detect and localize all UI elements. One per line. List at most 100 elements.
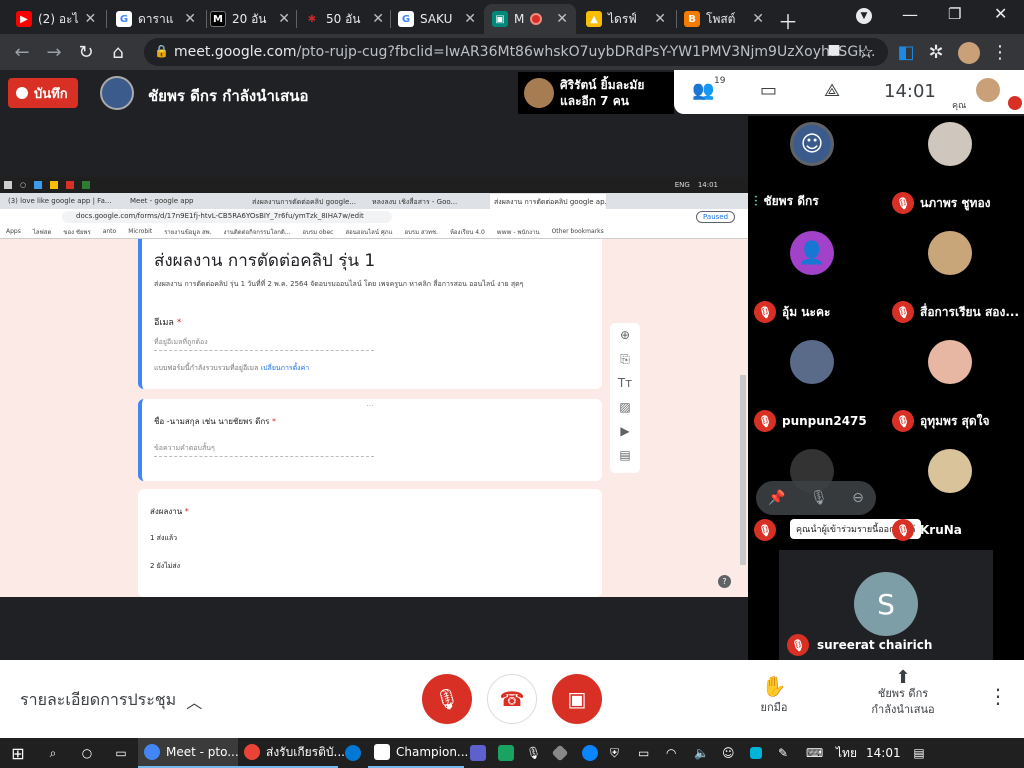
import-questions-icon[interactable]: ⎘: [610, 347, 640, 371]
bookmark-star-icon[interactable]: ☆: [856, 42, 876, 63]
task-view-icon[interactable]: ▭: [104, 738, 138, 768]
start-button[interactable]: ⊞: [0, 738, 36, 768]
tray-app-icon[interactable]: ☺: [716, 738, 744, 768]
close-icon[interactable]: ✕: [85, 11, 97, 27]
tab-search-icon[interactable]: ▼: [856, 8, 872, 24]
taskbar-app-champion[interactable]: Champion...: [368, 738, 468, 768]
pen-icon[interactable]: ✎: [772, 738, 800, 768]
back-icon[interactable]: ←: [12, 42, 32, 63]
presenting-status-button[interactable]: ⬆ ชัยพร ดีกร กำลังนำเสนอ: [860, 669, 946, 718]
raise-hand-button[interactable]: ✋ ยกมือ: [756, 674, 792, 716]
browser-tab[interactable]: ▶ (2) อะไ ✕: [8, 4, 104, 34]
sound-meter-icon[interactable]: [464, 738, 492, 768]
tray-app-icon[interactable]: [744, 738, 772, 768]
close-icon[interactable]: ✕: [556, 11, 568, 27]
taskbar-clock[interactable]: 14:01: [860, 738, 902, 768]
chat-icon[interactable]: ▭: [760, 80, 777, 101]
record-button[interactable]: บันทึก: [8, 78, 78, 108]
taskbar-app-chrome[interactable]: Meet - pto...: [138, 738, 239, 768]
close-icon[interactable]: ✕: [654, 11, 666, 27]
volume-icon[interactable]: 🔈: [688, 738, 716, 768]
profile-avatar[interactable]: [958, 42, 980, 64]
close-icon[interactable]: ✕: [752, 11, 764, 27]
browser-tab[interactable]: G ดาราแ ✕: [108, 4, 204, 34]
add-image-icon[interactable]: ▨: [610, 395, 640, 419]
short-answer-input[interactable]: ข้อความคำตอบสั้นๆ: [154, 443, 374, 457]
add-section-icon[interactable]: ▤: [610, 443, 640, 467]
form-title: ส่งผลงาน การตัดต่อคลิป รุ่น 1: [154, 251, 376, 271]
participant-tile[interactable]: 🎙 KruNa: [886, 443, 1024, 552]
people-icon[interactable]: 👥: [692, 80, 714, 101]
activities-icon[interactable]: ⟁: [824, 80, 840, 101]
mic-toggle-button[interactable]: 🎙: [422, 674, 472, 724]
close-icon[interactable]: ✕: [278, 11, 290, 27]
question-card-submit[interactable]: ส่งผลงาน * 1 ส่งแล้ว 2 ยังไม่ส่ง: [138, 489, 602, 597]
remove-participant-icon[interactable]: ⊖: [852, 490, 864, 506]
security-icon[interactable]: ⛨: [604, 738, 632, 768]
participant-tile[interactable]: 🎙 punpun2475: [748, 334, 886, 443]
meeting-details-button[interactable]: รายละเอียดการประชุม ︿: [20, 688, 202, 713]
menu-kebab-icon[interactable]: ⋮: [990, 42, 1010, 63]
browser-tab[interactable]: ▲ ไดรฟ์ ✕: [578, 4, 674, 34]
browser-tab[interactable]: B โพสต์ ✕: [676, 4, 772, 34]
option-2[interactable]: 2 ยังไม่ส่ง: [150, 561, 180, 572]
email-input[interactable]: ที่อยู่อีเมลที่ถูกต้อง: [154, 337, 374, 351]
participant-count: 19: [714, 76, 726, 86]
taskbar-app-chrome-2[interactable]: ส่งรับเกียรติบั...: [238, 738, 345, 768]
battery-icon[interactable]: ▭: [632, 738, 660, 768]
question-card-name[interactable]: ⋯ ชื่อ -นามสกุล เช่น นายชัยพร ดีกร * ข้อ…: [138, 399, 602, 481]
close-icon[interactable]: ✕: [464, 11, 476, 27]
more-options-icon[interactable]: ⋮: [988, 684, 1008, 708]
app-icon[interactable]: [548, 738, 576, 768]
change-settings-link[interactable]: เปลี่ยนการตั้งค่า: [261, 364, 310, 372]
leave-call-button[interactable]: ☎: [487, 674, 537, 724]
close-icon[interactable]: ✕: [184, 11, 196, 27]
forward-icon[interactable]: →: [44, 42, 64, 63]
participant-tile[interactable]: 🎙 📌 🎙 ⊖ คุณนำผู้เข้าร่วมรายนี้ออกไม่ได้: [748, 443, 922, 552]
browser-tab[interactable]: G SAKU ✕: [390, 4, 484, 34]
edge-icon[interactable]: [338, 738, 368, 768]
camera-toggle-button[interactable]: ▣: [552, 674, 602, 724]
restore-icon[interactable]: ❐: [948, 5, 961, 23]
home-icon[interactable]: ⌂: [108, 42, 128, 63]
search-icon[interactable]: ⌕: [36, 738, 70, 768]
mute-participant-icon[interactable]: 🎙: [810, 490, 828, 506]
mic-off-icon: 🎙: [787, 634, 809, 656]
reload-icon[interactable]: ↻: [76, 42, 96, 63]
onedrive-icon[interactable]: [576, 738, 604, 768]
option-1[interactable]: 1 ส่งแล้ว: [150, 533, 177, 544]
participant-tile[interactable]: 🎙 สื่อการเรียน สอง...: [886, 225, 1024, 334]
minimize-icon[interactable]: —: [902, 5, 918, 24]
add-question-icon[interactable]: ⊕: [610, 323, 640, 347]
add-title-icon[interactable]: Tт: [610, 371, 640, 395]
cortana-icon[interactable]: ○: [70, 738, 104, 768]
drag-handle-icon[interactable]: ⋯: [366, 401, 374, 410]
add-video-icon[interactable]: ▶: [610, 419, 640, 443]
browser-tab[interactable]: ✱ 50 อัน ✕: [296, 4, 392, 34]
extension-translate-icon[interactable]: ◧: [896, 42, 916, 63]
language-indicator[interactable]: ไทย: [830, 738, 860, 768]
question-label: ส่งผลงาน *: [150, 507, 189, 516]
browser-tab[interactable]: M 20 อัน ✕: [202, 4, 298, 34]
self-muted-icon: [1008, 96, 1022, 110]
participant-tile[interactable]: 🎙 อุทุมพร สุดใจ: [886, 334, 1024, 443]
help-icon[interactable]: ?: [718, 575, 731, 588]
window-close-icon[interactable]: ✕: [994, 4, 1007, 23]
notifications-icon[interactable]: ▤: [902, 738, 936, 768]
pin-icon[interactable]: 📌: [768, 490, 785, 506]
address-bar[interactable]: 🔒 meet.google.com/pto-rujp-cug?fbclid=Iw…: [144, 38, 888, 66]
participant-tile-large[interactable]: S 🎙 sureerat chairich: [779, 550, 993, 660]
participant-tile[interactable]: ☺ ⫶ ชัยพร ดีกร: [748, 116, 886, 225]
scrollbar[interactable]: [740, 375, 746, 565]
app-icon[interactable]: [492, 738, 520, 768]
microphone-icon[interactable]: 🎙: [520, 738, 548, 768]
wifi-icon[interactable]: ◠: [660, 738, 688, 768]
participant-tile[interactable]: 🎙 นภาพร ชูทอง: [886, 116, 1024, 225]
keyboard-icon[interactable]: ⌨: [800, 738, 830, 768]
browser-tab-active[interactable]: ▣ M ✕: [484, 4, 576, 34]
camera-blocked-icon[interactable]: ■: [824, 42, 844, 58]
extensions-icon[interactable]: ✲: [926, 42, 946, 63]
close-icon[interactable]: ✕: [372, 11, 384, 27]
participant-tile[interactable]: 👤 🎙 อุ้ม นะคะ: [748, 225, 886, 334]
new-tab-icon[interactable]: ＋: [778, 6, 798, 35]
